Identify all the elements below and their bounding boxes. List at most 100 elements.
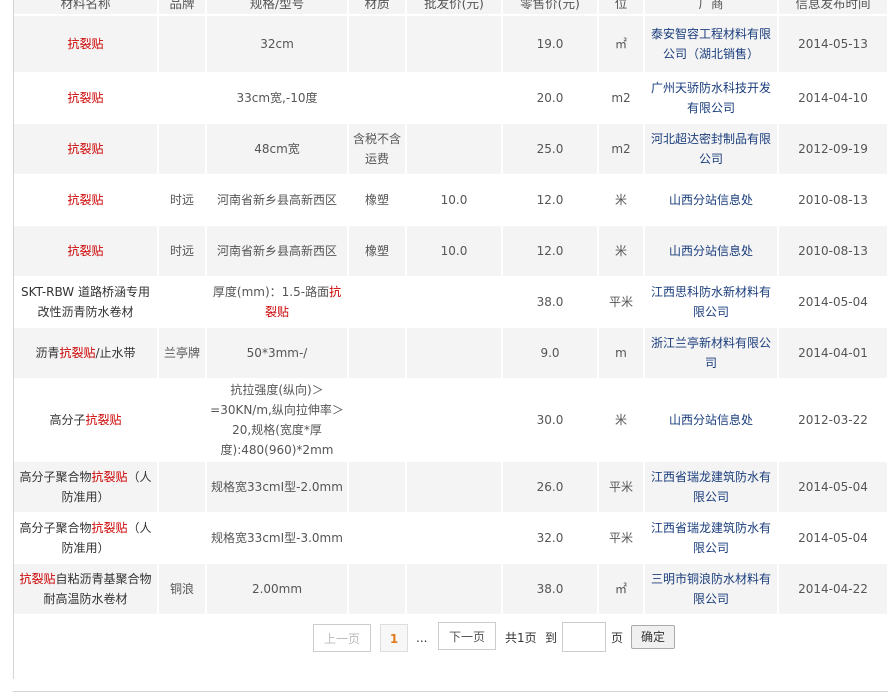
cell-material-name[interactable]: 高分子聚合物抗裂贴（人防准用） — [14, 513, 159, 564]
cell-material — [348, 277, 407, 328]
cell-supplier[interactable]: 江西省瑞龙建筑防水有限公司 — [644, 461, 779, 514]
cell-retail: 9.0 — [502, 327, 599, 380]
cell-supplier[interactable]: 浙江兰亭新材料有限公司 — [644, 327, 779, 380]
cell-brand — [158, 379, 207, 462]
cell-supplier[interactable]: 山西分站信息处 — [644, 175, 779, 226]
cell-date: 2010-08-13 — [778, 225, 888, 278]
cell-wholesale: 10.0 — [406, 175, 503, 226]
cell-supplier[interactable]: 泰安智容工程材料有限公司（湖北销售） — [644, 15, 779, 74]
cell-unit: 米 — [598, 379, 645, 462]
spec-text: 河南省新乡县高新西区 — [216, 244, 337, 258]
cell-unit: 平米 — [598, 513, 645, 564]
cell-wholesale — [406, 461, 503, 514]
cell-spec: 48cm宽 — [206, 123, 349, 176]
cell-spec: 厚度(mm)：1.5-路面抗裂贴 — [206, 277, 349, 328]
spec-text: 2.00mm — [251, 582, 303, 596]
cell-spec: 河南省新乡县高新西区 — [206, 225, 349, 278]
cell-date: 2014-04-01 — [778, 327, 888, 380]
cell-unit: 米 — [598, 175, 645, 226]
spec-text: 32cm — [260, 37, 294, 51]
cell-wholesale — [406, 15, 503, 74]
table-row: 抗裂贴 时远 河南省新乡县高新西区 橡塑 10.0 12.0 米山西分站信息处 2010-08… — [14, 225, 888, 278]
cell-material — [348, 563, 407, 616]
prev-page-button[interactable]: 上一页 — [313, 624, 371, 652]
cell-material-name[interactable]: 沥青抗裂贴/止水带 — [14, 327, 159, 380]
cell-supplier[interactable]: 山西分站信息处 — [644, 379, 779, 462]
cell-material-name[interactable]: 抗裂贴 — [14, 15, 159, 74]
cell-retail: 12.0 — [502, 225, 599, 278]
cell-brand: 兰亭牌 — [158, 327, 207, 380]
name-prefix: 高分子聚合物 — [19, 470, 92, 484]
page-1-button[interactable]: 1 — [380, 624, 408, 652]
cell-retail: 38.0 — [502, 277, 599, 328]
cell-material-name[interactable]: 抗裂贴 — [14, 225, 159, 278]
cell-supplier[interactable]: 江西省瑞龙建筑防水有限公司 — [644, 513, 779, 564]
header-name: 材料名称 — [14, 0, 159, 16]
cell-material — [348, 73, 407, 124]
cell-material — [348, 327, 407, 380]
cell-unit: ㎡ — [598, 563, 645, 616]
cell-brand — [158, 15, 207, 74]
cell-brand: 时远 — [158, 225, 207, 278]
confirm-button[interactable]: 确定 — [631, 625, 675, 649]
cell-material-name[interactable]: 高分子聚合物抗裂贴（人防准用） — [14, 461, 159, 514]
cell-material-name[interactable]: 抗裂贴 — [14, 73, 159, 124]
spec-text: 规格宽33cmI型-3.0mm — [211, 531, 343, 545]
next-page-button[interactable]: 下一页 — [438, 622, 496, 650]
header-unit: 位 — [598, 0, 645, 16]
header-date: 信息发布时间 — [778, 0, 888, 16]
cell-brand — [158, 123, 207, 176]
spec-text: 50*3mm-/ — [246, 346, 308, 360]
cell-unit: m — [598, 327, 645, 380]
cell-retail: 20.0 — [502, 73, 599, 124]
cell-date: 2010-08-13 — [778, 175, 888, 226]
cell-date: 2014-05-04 — [778, 461, 888, 514]
cell-unit: m2 — [598, 123, 645, 176]
header-material: 材质 — [348, 0, 407, 16]
header-retail: 零售价(元) — [502, 0, 599, 16]
cell-material — [348, 15, 407, 74]
cell-material-name[interactable]: SKT-RBW 道路桥涵专用改性沥青防水卷材 — [14, 277, 159, 328]
cell-brand: 时远 — [158, 175, 207, 226]
cell-supplier[interactable]: 山西分站信息处 — [644, 225, 779, 278]
cell-material-name[interactable]: 抗裂贴 — [14, 123, 159, 176]
cell-wholesale — [406, 73, 503, 124]
pager-total: 共1页 — [505, 631, 537, 645]
cell-material-name[interactable]: 抗裂贴 — [14, 175, 159, 226]
cell-supplier[interactable]: 河北超达密封制品有限公司 — [644, 123, 779, 176]
name-prefix: SKT-RBW 道路桥涵专用改性沥青防水卷材 — [21, 285, 150, 319]
name-highlight: 抗裂贴 — [67, 37, 104, 51]
table-row: SKT-RBW 道路桥涵专用改性沥青防水卷材 厚度(mm)：1.5-路面抗裂贴 38… — [14, 277, 888, 328]
name-highlight: 抗裂贴 — [85, 413, 122, 427]
name-highlight: 抗裂贴 — [67, 91, 104, 105]
cell-brand: 铜浪 — [158, 563, 207, 616]
cell-date: 2014-05-04 — [778, 277, 888, 328]
spec-text: 规格宽33cmI型-2.0mm — [211, 480, 343, 494]
cell-date: 2014-05-13 — [778, 15, 888, 74]
cell-unit: ㎡ — [598, 15, 645, 74]
cell-supplier[interactable]: 广州天骄防水科技开发有限公司 — [644, 73, 779, 124]
name-highlight: 抗裂贴 — [91, 470, 128, 484]
cell-wholesale — [406, 327, 503, 380]
price-table: 材料名称 品牌 规格/型号 材质 批发价(元) 零售价(元) 位 厂商 信息发布… — [14, 0, 888, 616]
table-row: 高分子抗裂贴 抗拉强度(纵向)＞=30KN/m,纵向拉伸率＞20,规格(宽度*厚度… — [14, 379, 888, 462]
cell-spec: 规格宽33cmI型-3.0mm — [206, 513, 349, 564]
cell-brand — [158, 73, 207, 124]
cell-material-name[interactable]: 抗裂贴自粘沥青基聚合物耐高温防水卷材 — [14, 563, 159, 616]
name-prefix: 高分子 — [49, 413, 86, 427]
name-suffix: 自粘沥青基聚合物耐高温防水卷材 — [43, 572, 152, 606]
table-row: 沥青抗裂贴/止水带 兰亭牌 50*3mm-/ 9.0 m 浙江兰亭新材料有限公司 2014-… — [14, 327, 888, 380]
pager-page-suffix: 页 — [611, 631, 624, 645]
name-suffix: /止水带 — [95, 346, 136, 360]
cell-supplier[interactable]: 江西思科防水新材料有限公司 — [644, 277, 779, 328]
cell-unit: m2 — [598, 73, 645, 124]
cell-date: 2014-04-22 — [778, 563, 888, 616]
cell-date: 2014-04-10 — [778, 73, 888, 124]
name-highlight: 抗裂贴 — [19, 572, 56, 586]
goto-page-input[interactable] — [562, 622, 606, 652]
cell-supplier[interactable]: 三明市铜浪防水材料有限公司 — [644, 563, 779, 616]
cell-material-name[interactable]: 高分子抗裂贴 — [14, 379, 159, 462]
table-row: 抗裂贴自粘沥青基聚合物耐高温防水卷材 铜浪 2.00mm 38.0 ㎡三明市铜浪防水材料… — [14, 563, 888, 616]
header-spec: 规格/型号 — [206, 0, 349, 16]
cell-retail: 19.0 — [502, 15, 599, 74]
